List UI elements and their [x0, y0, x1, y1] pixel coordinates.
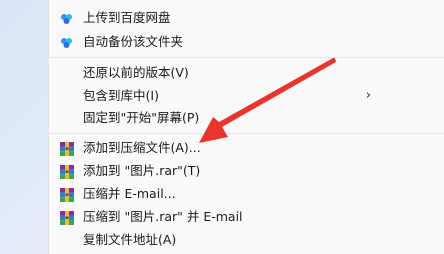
baidu-netdisk-icon — [59, 11, 74, 26]
menu-item-upload-baidu[interactable]: 上传到百度网盘 — [49, 6, 444, 30]
menu-item-copy-path[interactable]: 复制文件地址(A) — [49, 228, 444, 252]
menu-item-auto-backup[interactable]: 自动备份该文件夹 — [49, 30, 444, 54]
winrar-icon — [59, 164, 74, 179]
menu-item-label: 上传到百度网盘 — [83, 10, 171, 25]
menu-item-restore-previous[interactable]: 还原以前的版本(V) — [49, 61, 444, 85]
menu-item-label: 固定到"开始"屏幕(P) — [83, 110, 200, 125]
menu-item-compress-rar-email[interactable]: 压缩到 "图片.rar" 并 E-mail — [49, 205, 444, 229]
winrar-icon — [59, 187, 74, 202]
menu-item-include-in-library[interactable]: 包含到库中(I) › — [49, 84, 444, 108]
menu-item-label: 压缩并 E-mail... — [83, 186, 176, 201]
menu-item-label: 复制文件地址(A) — [83, 232, 177, 247]
menu-item-add-to-archive[interactable]: 添加到压缩文件(A)... — [49, 136, 444, 160]
menu-item-label: 包含到库中(I) — [83, 88, 159, 103]
winrar-icon — [59, 141, 74, 156]
chevron-right-icon: › — [365, 88, 371, 103]
menu-item-add-to-rar[interactable]: 添加到 "图片.rar"(T) — [49, 159, 444, 183]
winrar-icon — [59, 210, 74, 225]
menu-item-label: 压缩到 "图片.rar" 并 E-mail — [83, 209, 243, 224]
menu-separator — [49, 57, 444, 58]
baidu-netdisk-icon — [59, 35, 74, 50]
menu-item-label: 自动备份该文件夹 — [83, 34, 184, 49]
menu-item-compress-email[interactable]: 压缩并 E-mail... — [49, 182, 444, 206]
menu-item-label: 还原以前的版本(V) — [83, 65, 189, 80]
menu-separator — [49, 133, 444, 134]
menu-item-label: 添加到压缩文件(A)... — [83, 140, 201, 155]
menu-item-label: 添加到 "图片.rar"(T) — [83, 163, 201, 178]
context-menu: 上传到百度网盘 自动备份该文件夹 还原以前的版本(V) 包含到库中(I) › 固… — [48, 0, 444, 254]
menu-item-pin-to-start[interactable]: 固定到"开始"屏幕(P) — [49, 106, 444, 130]
